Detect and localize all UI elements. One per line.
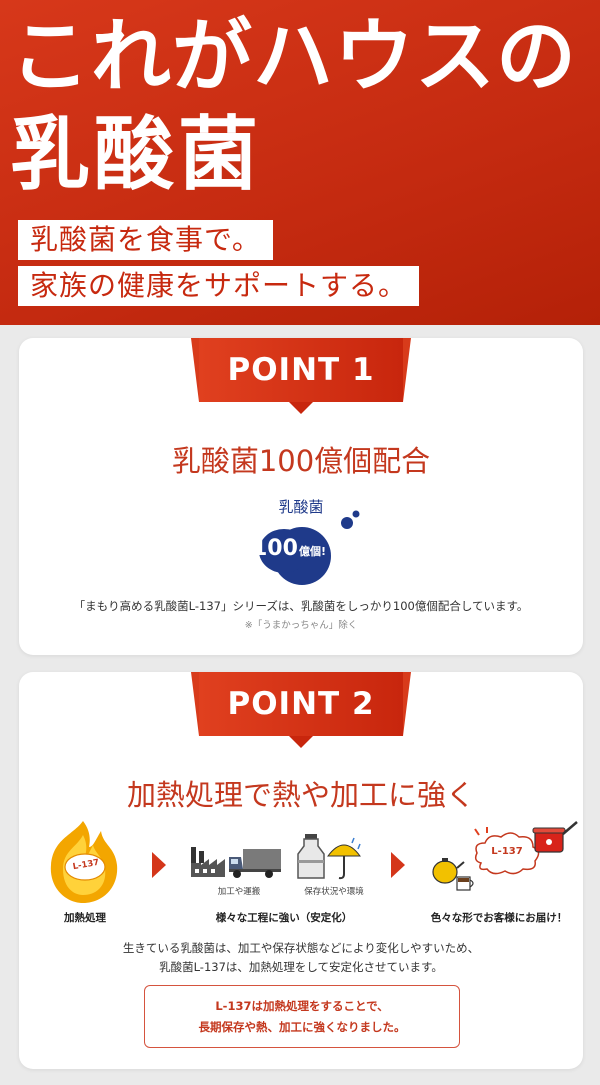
point2-body-line2: 乳酸菌L-137は、加熱処理をして安定化させています。 [159, 960, 443, 974]
step3-label: 色々な形でお客様にお届け！ [430, 912, 568, 924]
info-box: L-137は加熱処理をすることで、 長期保存や熱、加工に強くなりました。 [144, 985, 460, 1048]
hero-subtitle-2: 家族の健康をサポートする。 [18, 266, 420, 306]
info-box-line2: 長期保存や熱、加工に強くなりました。 [198, 1020, 406, 1034]
point2-heading: 加熱処理で熱や加工に強く [126, 778, 475, 812]
chevron-right-icon [391, 852, 405, 878]
milk-can-icon [297, 834, 325, 879]
point2-badge-text: POINT 2 [227, 686, 375, 722]
step1-label: 加熱処理 [64, 912, 106, 924]
hero-title-line2: 乳酸菌 [10, 108, 262, 201]
hero-banner: これがハウスの 乳酸菌 乳酸菌を食事で。 家族の健康をサポートする。 [0, 0, 600, 325]
chevron-right-icon [152, 852, 166, 878]
pot-icon [532, 821, 578, 853]
flame-icon: L-137 [43, 817, 123, 905]
hero-subtitle-1: 乳酸菌を食事で。 [18, 220, 273, 260]
step2-label: 様々な工程に強い（安定化） [215, 912, 353, 924]
point1-heading: 乳酸菌100億個配合 [171, 444, 431, 478]
umbrella-icon [327, 837, 361, 880]
point2-badge: POINT 2 [191, 672, 411, 750]
point1-footnote: ※「うまかっちゃん」除く [244, 620, 358, 631]
hero-title-line1: これがハウスの [10, 10, 577, 103]
point2-card: POINT 2 加熱処理で熱や加工に強く L-137 加熱処理 加工や運搬 保存… [19, 672, 583, 1069]
cloud-label: L-137 [491, 846, 523, 857]
point1-badge: POINT 1 [191, 338, 411, 416]
lactic-icon-unit: 億個! [299, 545, 327, 558]
info-box-line1: L-137は加熱処理をすることで、 [215, 999, 389, 1013]
point1-badge-text: POINT 1 [227, 352, 375, 388]
lactic-icon-number: 100 [252, 536, 298, 561]
caption-processing: 加工や運搬 [217, 887, 261, 897]
lactic-100-icon: 乳酸菌 100 億個! [244, 496, 364, 586]
point1-card: POINT 1 乳酸菌100億個配合 乳酸菌 100 億個! 「まもり高める乳酸… [19, 338, 583, 655]
point2-body-line1: 生きている乳酸菌は、加工や保存状態などにより変化しやすいため、 [122, 941, 480, 955]
truck-icon [229, 849, 281, 878]
caption-storage: 保存状況や環境 [304, 887, 364, 897]
point1-description: 「まもり高める乳酸菌L-137」シリーズは、乳酸菌をしっかり100億個配合してい… [73, 599, 529, 613]
